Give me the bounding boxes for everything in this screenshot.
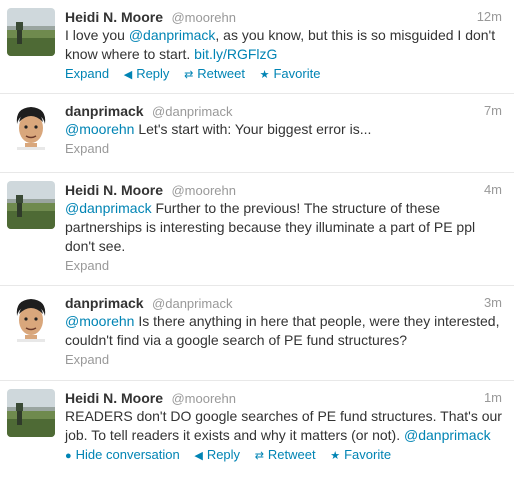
speech-bubble-icon: ● bbox=[65, 450, 72, 462]
favorite-label: Favorite bbox=[344, 447, 392, 462]
tweet-author-name[interactable]: Heidi N. Moore bbox=[65, 9, 163, 25]
avatar-danprimack[interactable] bbox=[7, 294, 55, 342]
retweet-label: Retweet bbox=[197, 66, 245, 81]
text-segment: Let's start with: Your biggest error is.… bbox=[134, 121, 372, 137]
tweet-text: @moorehn Let's start with: Your biggest … bbox=[65, 120, 502, 139]
favorite-button[interactable]: ★ Favorite bbox=[260, 66, 321, 81]
retweet-icon: ⇄ bbox=[184, 69, 194, 81]
tweet-actions: ● Hide conversation ◀ Reply ⇄ Retweet ★ Favo… bbox=[65, 446, 502, 465]
tweet-item[interactable]: Heidi N. Moore @moorehn 1m READERS don't… bbox=[0, 381, 514, 489]
tweet-timestamp[interactable]: 4m bbox=[484, 181, 502, 199]
mention-link[interactable]: @danprimack bbox=[65, 200, 152, 216]
tweet-author-handle[interactable]: @moorehn bbox=[171, 10, 236, 25]
retweet-button[interactable]: ⇄ Retweet bbox=[184, 66, 245, 81]
tweet-author-name[interactable]: Heidi N. Moore bbox=[65, 390, 163, 406]
reply-button[interactable]: ◀ Reply bbox=[124, 66, 170, 81]
retweet-label: Retweet bbox=[267, 447, 316, 462]
avatar-heidi[interactable] bbox=[7, 181, 55, 229]
tweet-actions: Expand bbox=[65, 140, 502, 158]
tweet-timestamp[interactable]: 7m bbox=[484, 102, 502, 120]
tweet-actions: Expand ◀ Reply ⇄ Retweet ★ Favorite bbox=[65, 65, 502, 84]
tweet-text: I love you @danprimack, as you know, but… bbox=[65, 26, 502, 64]
tweet-author-name[interactable]: danprimack bbox=[65, 103, 144, 119]
reply-button[interactable]: ◀ Reply bbox=[194, 447, 240, 462]
tweet-author-name[interactable]: Heidi N. Moore bbox=[65, 182, 163, 198]
tweet-author-handle[interactable]: @moorehn bbox=[171, 183, 236, 198]
expand-link[interactable]: Expand bbox=[65, 258, 109, 273]
tweet-timeline: Heidi N. Moore @moorehn 12m I love you @… bbox=[0, 0, 514, 489]
tweet-timestamp[interactable]: 12m bbox=[477, 8, 502, 26]
tweet-timestamp[interactable]: 3m bbox=[484, 294, 502, 312]
expand-link[interactable]: Expand bbox=[65, 66, 109, 81]
retweet-button[interactable]: ⇄ Retweet bbox=[255, 447, 316, 462]
tweet-actions: Expand bbox=[65, 257, 502, 275]
hide-conversation-label: Hide conversation bbox=[75, 447, 180, 462]
tweet-author-handle[interactable]: @danprimack bbox=[152, 296, 232, 311]
reply-label: Reply bbox=[206, 447, 241, 462]
tweet-text: @danprimack Further to the previous! The… bbox=[65, 199, 502, 256]
mention-link[interactable]: @danprimack bbox=[129, 27, 216, 43]
retweet-icon: ⇄ bbox=[254, 450, 264, 462]
landscape-avatar-image bbox=[7, 8, 55, 56]
mention-link[interactable]: @danprimack bbox=[404, 427, 491, 443]
reply-arrow-icon: ◀ bbox=[123, 69, 133, 81]
reply-label: Reply bbox=[136, 66, 170, 81]
tweet-text: READERS don't DO google searches of PE f… bbox=[65, 407, 502, 445]
favorite-label: Favorite bbox=[273, 66, 321, 81]
avatar-heidi[interactable] bbox=[7, 389, 55, 437]
star-icon: ★ bbox=[259, 69, 270, 81]
tweet-timestamp[interactable]: 1m bbox=[484, 389, 502, 407]
avatar-danprimack[interactable] bbox=[7, 102, 55, 150]
tweet-item[interactable]: danprimack @danprimack 7m @moorehn Let's… bbox=[0, 94, 514, 173]
cartoon-face-avatar-image bbox=[7, 294, 55, 342]
expand-link[interactable]: Expand bbox=[65, 352, 109, 367]
mention-link[interactable]: @moorehn bbox=[65, 313, 134, 329]
tweet-author-handle[interactable]: @danprimack bbox=[152, 104, 232, 119]
text-segment: I love you bbox=[65, 27, 129, 43]
mention-link[interactable]: @moorehn bbox=[65, 121, 134, 137]
tweet-author-name[interactable]: danprimack bbox=[65, 295, 144, 311]
reply-arrow-icon: ◀ bbox=[194, 450, 203, 462]
expand-link[interactable]: Expand bbox=[65, 141, 109, 156]
url-link[interactable]: bit.ly/RGFlzG bbox=[194, 46, 277, 62]
tweet-item[interactable]: Heidi N. Moore @moorehn 12m I love you @… bbox=[0, 0, 514, 94]
tweet-text: @moorehn Is there anything in here that … bbox=[65, 312, 502, 350]
tweet-actions: Expand bbox=[65, 351, 502, 369]
favorite-button[interactable]: ★ Favorite bbox=[330, 447, 391, 462]
tweet-item[interactable]: Heidi N. Moore @moorehn 4m @danprimack F… bbox=[0, 173, 514, 286]
cartoon-face-avatar-image bbox=[7, 102, 55, 150]
star-icon: ★ bbox=[330, 450, 341, 462]
avatar-heidi[interactable] bbox=[7, 8, 55, 56]
tweet-item[interactable]: danprimack @danprimack 3m @moorehn Is th… bbox=[0, 286, 514, 381]
landscape-avatar-image bbox=[7, 389, 55, 437]
landscape-avatar-image bbox=[7, 181, 55, 229]
tweet-author-handle[interactable]: @moorehn bbox=[171, 391, 236, 406]
hide-conversation-button[interactable]: ● Hide conversation bbox=[65, 447, 180, 462]
